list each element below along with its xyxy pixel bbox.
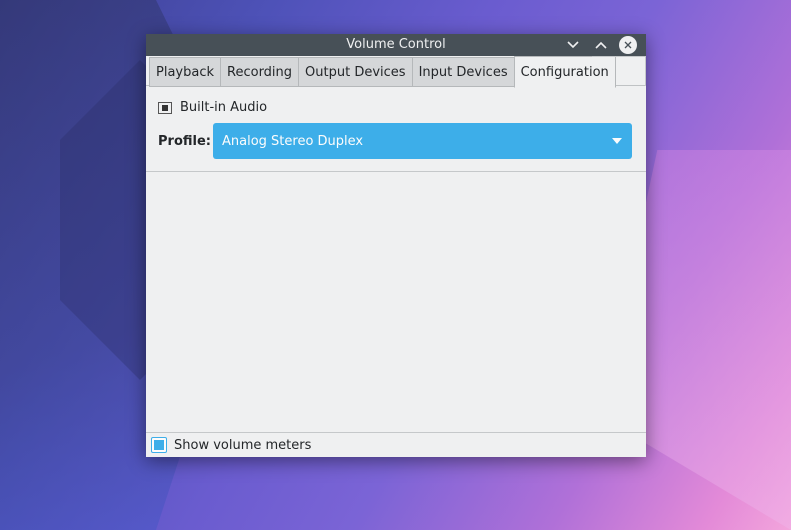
profile-dropdown[interactable]: Analog Stereo Duplex bbox=[213, 123, 632, 159]
maximize-button[interactable] bbox=[592, 36, 610, 54]
sound-card-icon bbox=[158, 101, 172, 114]
show-volume-meters-label: Show volume meters bbox=[174, 437, 312, 453]
close-button[interactable] bbox=[619, 36, 637, 54]
separator bbox=[146, 432, 646, 433]
tab-bar: Playback Recording Output Devices Input … bbox=[149, 56, 616, 88]
tab-input-devices[interactable]: Input Devices bbox=[411, 57, 514, 87]
titlebar[interactable]: Volume Control bbox=[146, 34, 646, 56]
chevron-up-icon bbox=[595, 41, 607, 49]
profile-label: Profile: bbox=[158, 133, 211, 149]
chevron-down-icon bbox=[567, 41, 579, 49]
show-volume-meters-checkbox[interactable]: Show volume meters bbox=[151, 437, 311, 453]
sound-card-header: Built-in Audio bbox=[158, 100, 267, 115]
checkbox-icon[interactable] bbox=[151, 437, 167, 453]
dropdown-caret-icon bbox=[612, 138, 622, 144]
sound-card-name: Built-in Audio bbox=[180, 100, 268, 115]
profile-selected-value: Analog Stereo Duplex bbox=[222, 133, 364, 149]
tab-output-devices[interactable]: Output Devices bbox=[298, 57, 412, 87]
separator bbox=[146, 171, 646, 172]
minimize-button[interactable] bbox=[564, 36, 582, 54]
tab-recording[interactable]: Recording bbox=[220, 57, 299, 87]
tab-playback[interactable]: Playback bbox=[149, 57, 221, 87]
profile-row: Profile: Analog Stereo Duplex bbox=[158, 123, 632, 159]
volume-control-window: Volume Control Playback Recording Output… bbox=[146, 34, 646, 457]
tab-bar-filler bbox=[592, 56, 646, 86]
close-icon bbox=[624, 41, 632, 49]
